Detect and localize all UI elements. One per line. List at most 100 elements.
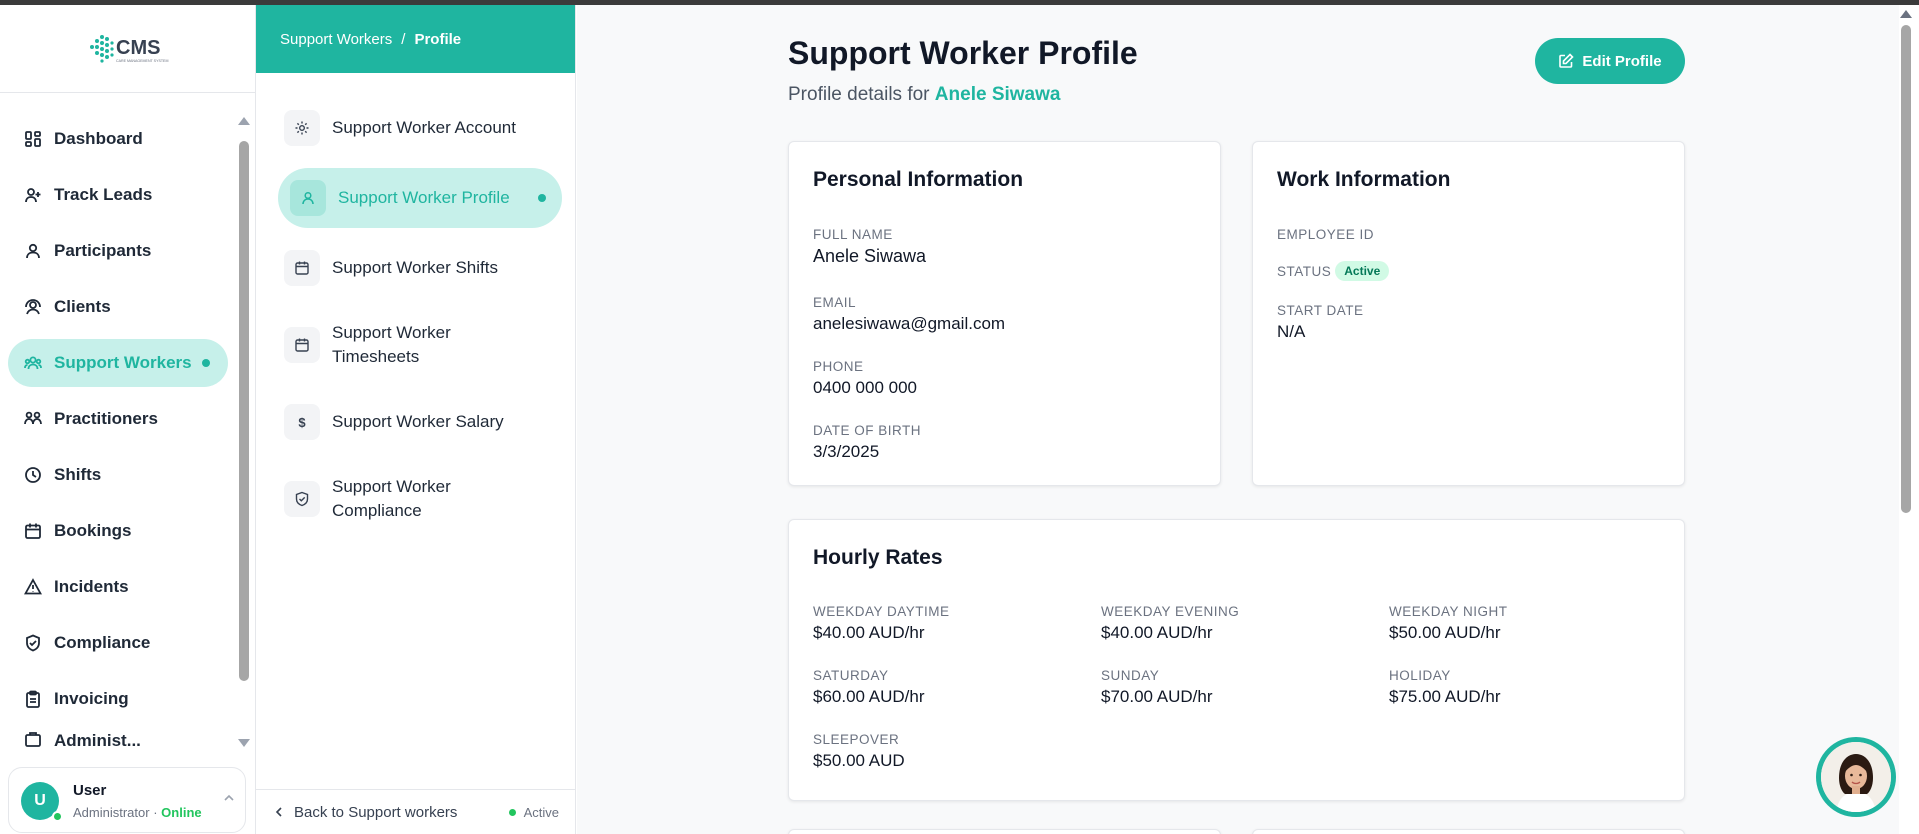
subnav-item-label: Support Worker Profile — [338, 188, 510, 207]
page-scrollbar-thumb[interactable] — [1901, 25, 1911, 513]
chevron-left-icon[interactable] — [274, 806, 284, 818]
sidebar-item-support-workers[interactable]: Support Workers — [8, 339, 228, 387]
status-row: STATUS Active — [1277, 261, 1390, 281]
assistant-avatar — [1821, 742, 1891, 812]
status-badge: Active — [1335, 261, 1390, 281]
page-scroll-up-icon[interactable] — [1900, 10, 1912, 18]
email-label: EMAIL — [813, 295, 857, 310]
sidebar-item-label: Administ... — [54, 731, 141, 750]
user-icon — [24, 242, 42, 260]
full-name-value: Anele Siwawa — [813, 246, 927, 266]
calendar-icon — [24, 522, 42, 540]
sidebar-item-practitioners[interactable]: Practitioners — [8, 395, 228, 443]
work-information-card: Work Information EMPLOYEE ID STATUS Acti… — [1252, 141, 1685, 486]
sidebar-item-label: Incidents — [54, 577, 129, 596]
breadcrumb: Support Workers / Profile — [256, 5, 575, 73]
sidebar-item-dashboard[interactable]: Dashboard — [8, 115, 228, 163]
main-content: Support Worker Profile Profile details f… — [577, 5, 1899, 834]
sidebar-item-shifts[interactable]: Shifts — [8, 451, 228, 499]
rate-label: SUNDAY — [1101, 668, 1160, 683]
subnav-item-account[interactable]: Support Worker Account — [272, 100, 562, 156]
full-name-label: FULL NAME — [813, 227, 893, 242]
sidebar-item-bookings[interactable]: Bookings — [8, 507, 228, 555]
phone-value: 0400 000 000 — [813, 378, 917, 397]
sidebar-item-label: Bookings — [54, 521, 132, 540]
profile-subnav: Support Workers / Profile Support Worker… — [256, 5, 576, 834]
hourly-rates-card: Hourly Rates WEEKDAY DAYTIME $40.00 AUD/… — [788, 519, 1685, 801]
rate-label: SLEEPOVER — [813, 732, 900, 747]
subnav-list: Support Worker Account Support Worker Pr… — [272, 100, 562, 548]
sidebar-item-administration[interactable]: Administ... — [8, 731, 228, 751]
edit-profile-button[interactable]: Edit Profile — [1535, 38, 1685, 84]
rate-value: $40.00 AUD/hr — [813, 623, 925, 642]
phone-label: PHONE — [813, 359, 864, 374]
rate-value: $50.00 AUD/hr — [1389, 623, 1501, 642]
sidebar-item-label: Track Leads — [54, 185, 153, 204]
rate-value: $60.00 AUD/hr — [813, 687, 925, 706]
scroll-up-arrow-icon[interactable] — [238, 117, 250, 125]
sidebar-item-label: Compliance — [54, 633, 151, 652]
subnav-item-timesheets[interactable]: Support Worker Timesheets — [272, 308, 562, 382]
subnav-item-label: Support Worker Timesheets — [332, 323, 451, 366]
subnav-item-label: Support Worker Compliance — [332, 477, 451, 520]
back-to-support-workers-link[interactable]: Back to Support workers — [294, 804, 457, 821]
calendar-icon — [284, 327, 320, 363]
page-subtitle: Profile details for Anele Siwawa — [788, 84, 1060, 106]
user-role: Administrator — [73, 805, 150, 820]
rate-value: $70.00 AUD/hr — [1101, 687, 1213, 706]
rate-label: WEEKDAY DAYTIME — [813, 604, 950, 619]
subnav-item-profile[interactable]: Support Worker Profile — [278, 168, 562, 228]
sidebar-scroll-thumb[interactable] — [239, 141, 249, 681]
user-role-separator: · — [153, 805, 158, 820]
rate-label: WEEKDAY EVENING — [1101, 604, 1240, 619]
svg-text:CARE MANAGEMENT SYSTEM: CARE MANAGEMENT SYSTEM — [116, 59, 168, 63]
breadcrumb-parent-link[interactable]: Support Workers — [280, 31, 392, 48]
gear-icon — [284, 110, 320, 146]
dob-label: DATE OF BIRTH — [813, 423, 922, 438]
sidebar-item-track-leads[interactable]: Track Leads — [8, 171, 228, 219]
active-indicator-dot — [538, 194, 546, 202]
admin-icon — [24, 731, 42, 749]
user-menu-card[interactable]: U User Administrator · Online — [8, 767, 246, 833]
shield-icon — [24, 634, 42, 652]
sidebar-item-compliance[interactable]: Compliance — [8, 619, 228, 667]
rate-label: SATURDAY — [813, 668, 889, 683]
practitioners-icon — [24, 410, 42, 428]
sidebar-item-label: Participants — [54, 241, 152, 260]
subnav-footer: Back to Support workers Active — [256, 789, 575, 834]
sidebar-item-clients[interactable]: Clients — [8, 283, 228, 331]
page-subtitle-prefix: Profile details for — [788, 84, 930, 105]
sidebar-item-incidents[interactable]: Incidents — [8, 563, 228, 611]
svg-text:CMS: CMS — [116, 37, 160, 59]
user-icon — [290, 180, 326, 216]
personal-information-card: Personal Information FULL NAME Anele Siw… — [788, 141, 1221, 486]
dob-value: 3/3/2025 — [813, 442, 880, 461]
cms-logo[interactable]: CMS CARE MANAGEMENT SYSTEM — [78, 25, 178, 75]
subnav-item-label: Support Worker Shifts — [332, 258, 498, 277]
worker-name: Anele Siwawa — [934, 84, 1061, 105]
scroll-down-arrow-icon[interactable] — [238, 739, 250, 747]
warning-icon — [24, 578, 42, 596]
users-icon — [24, 354, 42, 372]
rate-value: $75.00 AUD/hr — [1389, 687, 1501, 706]
shield-check-icon — [284, 481, 320, 517]
subnav-item-salary[interactable]: $ Support Worker Salary — [272, 394, 562, 450]
rate-label: HOLIDAY — [1389, 668, 1451, 683]
subnav-item-compliance[interactable]: Support Worker Compliance — [272, 462, 562, 536]
dashboard-icon — [24, 130, 42, 148]
online-status-dot — [52, 811, 63, 822]
sidebar-item-label: Shifts — [54, 465, 102, 484]
clipboard-icon — [24, 690, 42, 708]
footer-status: Active — [508, 805, 559, 820]
sidebar-item-participants[interactable]: Participants — [8, 227, 228, 275]
chevron-up-icon[interactable] — [223, 792, 235, 804]
sidebar-scrollbar[interactable] — [236, 117, 250, 747]
assistant-chat-button[interactable] — [1816, 737, 1896, 817]
user-online-status: Online — [161, 805, 202, 820]
sidebar-nav: Dashboard Track Leads Participants Clien… — [8, 115, 228, 759]
subnav-item-shifts[interactable]: Support Worker Shifts — [272, 240, 562, 296]
user-role-line: Administrator · Online — [73, 805, 202, 820]
sidebar-item-invoicing[interactable]: Invoicing — [8, 675, 228, 723]
status-label: STATUS — [1277, 263, 1332, 279]
subnav-item-label: Support Worker Salary — [332, 412, 504, 431]
